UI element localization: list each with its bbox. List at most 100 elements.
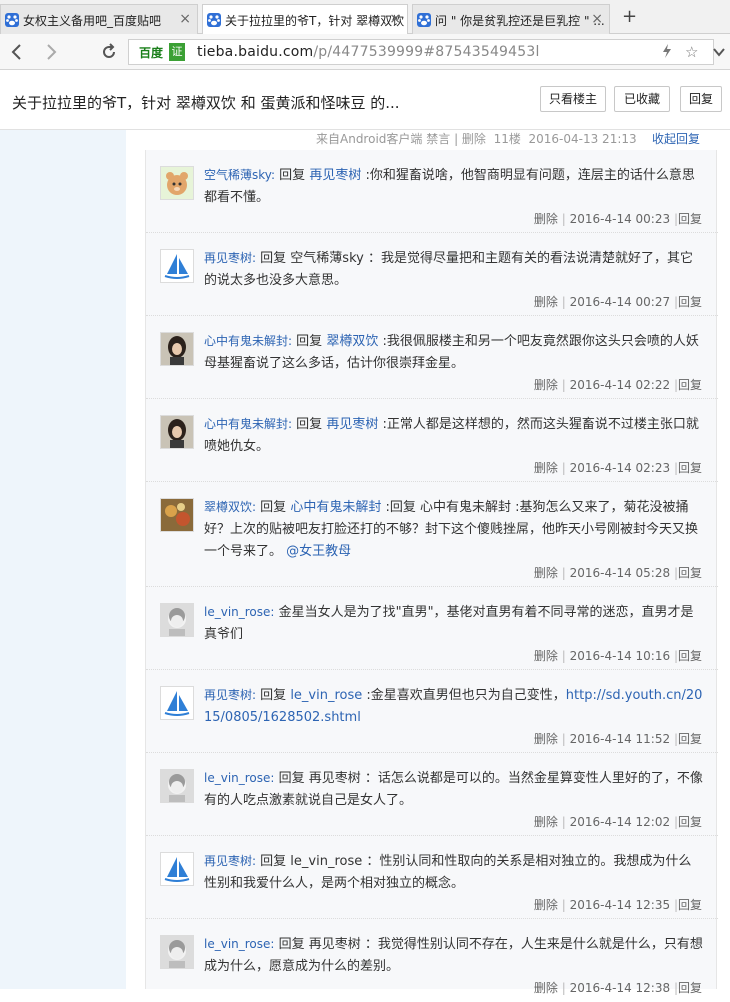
url-path: /p/4477539999#87543549453l bbox=[313, 44, 540, 60]
separator: | bbox=[561, 815, 566, 829]
reply-username[interactable]: le_vin_rose: bbox=[204, 771, 274, 785]
reply-username[interactable]: le_vin_rose: bbox=[204, 605, 274, 619]
collapse-replies-link[interactable]: 收起回复 bbox=[652, 130, 700, 147]
browser-tab-1[interactable]: 女权主义备用吧_百度贴吧 × bbox=[0, 4, 198, 34]
reply-target[interactable]: le_vin_rose bbox=[290, 688, 362, 703]
reply-reply-link[interactable]: 回复 bbox=[678, 566, 702, 580]
reply-time: 2016-4-14 00:23 bbox=[569, 212, 671, 226]
reply-reply-link[interactable]: 回复 bbox=[678, 212, 702, 226]
reply-text: 心中有鬼未解封: 回复 翠樽双饮 :我很佩服楼主和另一个吧友竟然跟你这头只会喷的… bbox=[204, 330, 704, 375]
close-icon[interactable]: × bbox=[591, 11, 603, 27]
reply-reply-link[interactable]: 回复 bbox=[678, 815, 702, 829]
close-icon[interactable]: × bbox=[389, 11, 401, 27]
mention-link[interactable]: @女王教母 bbox=[286, 544, 351, 559]
reply-reply-link[interactable]: 回复 bbox=[678, 649, 702, 663]
reply-reply-link[interactable]: 回复 bbox=[678, 461, 702, 475]
reply-prefix: 回复 bbox=[292, 334, 327, 349]
reply-prefix: 回复 bbox=[292, 417, 327, 432]
reply-username[interactable]: 空气稀薄sky: bbox=[204, 168, 275, 182]
reply-reply-link[interactable]: 回复 bbox=[678, 378, 702, 392]
lightning-icon[interactable] bbox=[661, 43, 673, 63]
certificate-badge[interactable]: 证 bbox=[169, 43, 185, 61]
reply-delete-link[interactable]: 删除 bbox=[534, 815, 558, 829]
tab-title: 关于拉拉里的爷T，针对 翠樽双饮 和 蛋黄派和怪味豆 的... bbox=[225, 14, 407, 28]
thread-content: 来自Android客户端 禁言 | 删除 11楼 2016-04-13 21:1… bbox=[0, 130, 730, 995]
girl-avatar[interactable] bbox=[160, 415, 194, 449]
reply-delete-link[interactable]: 删除 bbox=[534, 649, 558, 663]
reply-username[interactable]: 翠樽双饮: bbox=[204, 500, 256, 514]
back-arrow-icon[interactable] bbox=[6, 41, 28, 63]
ban-link[interactable]: 禁言 bbox=[426, 132, 450, 146]
separator: | bbox=[561, 378, 566, 392]
reply-reply-link[interactable]: 回复 bbox=[678, 981, 702, 995]
flower-avatar[interactable] bbox=[160, 498, 194, 532]
only-op-button[interactable]: 只看楼主 bbox=[540, 86, 606, 112]
browser-tab-3[interactable]: 问 " 你是贫乳控还是巨乳控 " ... × bbox=[412, 4, 610, 34]
reply-delete-link[interactable]: 删除 bbox=[534, 461, 558, 475]
list-item: 心中有鬼未解封: 回复 翠樽双饮 :我很佩服楼主和另一个吧友竟然跟你这头只会喷的… bbox=[146, 316, 718, 399]
reply-reply-link[interactable]: 回复 bbox=[678, 732, 702, 746]
client-label[interactable]: 来自Android客户端 bbox=[316, 132, 422, 146]
reply-target[interactable]: 翠樽双饮 bbox=[326, 334, 378, 349]
floor-number: 11楼 bbox=[493, 132, 521, 146]
reply-time: 2016-4-14 12:35 bbox=[569, 898, 671, 912]
browser-tab-2[interactable]: 关于拉拉里的爷T，针对 翠樽双饮 和 蛋黄派和怪味豆 的... × bbox=[202, 4, 408, 35]
reply-username[interactable]: 再见枣树: bbox=[204, 251, 256, 265]
bear-avatar[interactable] bbox=[160, 166, 194, 200]
reply-reply-link[interactable]: 回复 bbox=[678, 898, 702, 912]
reply-button[interactable]: 回复 bbox=[680, 86, 722, 112]
reply-time: 2016-4-14 11:52 bbox=[569, 732, 671, 746]
baby-avatar[interactable] bbox=[160, 935, 194, 969]
new-tab-button[interactable]: + bbox=[622, 6, 637, 27]
chevron-down-icon[interactable] bbox=[708, 41, 730, 63]
reply-username[interactable]: 再见枣树: bbox=[204, 688, 256, 702]
delete-link[interactable]: 删除 bbox=[462, 132, 486, 146]
baidu-label: 百度 bbox=[139, 46, 164, 60]
reply-username[interactable]: 心中有鬼未解封: bbox=[204, 417, 292, 431]
reply-prefix: 回复 再见枣树 bbox=[274, 937, 361, 952]
reply-username[interactable]: 再见枣树: bbox=[204, 854, 256, 868]
reply-text: 再见枣树: 回复 空气稀薄sky ：我是觉得尽量把和主题有关的看法说清楚就好了，… bbox=[204, 247, 704, 292]
baby-avatar[interactable] bbox=[160, 603, 194, 637]
reply-delete-link[interactable]: 删除 bbox=[534, 378, 558, 392]
reply-time: 2016-4-14 00:27 bbox=[569, 295, 671, 309]
reply-delete-link[interactable]: 删除 bbox=[534, 732, 558, 746]
reply-delete-link[interactable]: 删除 bbox=[534, 212, 558, 226]
reply-reply-link[interactable]: 回复 bbox=[678, 295, 702, 309]
baidu-paw-icon bbox=[207, 13, 221, 27]
reply-body: 金星当女人是为了找"直男"，基佬对直男有着不同寻常的迷恋，直男才是真爷们 bbox=[204, 605, 694, 642]
star-icon[interactable]: ☆ bbox=[685, 43, 698, 61]
sail-avatar[interactable] bbox=[160, 249, 194, 283]
forward-arrow-icon[interactable] bbox=[40, 41, 62, 63]
reply-footer: 删除 | 2016-4-14 05:28 |回复 bbox=[534, 564, 702, 581]
reply-prefix: 回复 bbox=[275, 168, 310, 183]
girl-avatar[interactable] bbox=[160, 332, 194, 366]
baby-avatar[interactable] bbox=[160, 769, 194, 803]
reply-time: 2016-4-14 10:16 bbox=[569, 649, 671, 663]
reply-delete-link[interactable]: 删除 bbox=[534, 566, 558, 580]
reply-delete-link[interactable]: 删除 bbox=[534, 295, 558, 309]
list-item: 再见枣树: 回复 空气稀薄sky ：我是觉得尽量把和主题有关的看法说清楚就好了，… bbox=[146, 233, 718, 316]
sail-avatar[interactable] bbox=[160, 852, 194, 886]
reply-target[interactable]: 再见枣树 bbox=[326, 417, 378, 432]
reply-target[interactable]: 再见枣树 bbox=[309, 168, 361, 183]
reply-prefix: 回复 bbox=[256, 500, 291, 515]
reply-username[interactable]: le_vin_rose: bbox=[204, 937, 274, 951]
reload-icon[interactable] bbox=[98, 41, 120, 63]
navigation-bar: 百度 证 tieba.baidu.com/p/4477539999#875435… bbox=[0, 34, 730, 70]
reply-time: 2016-4-14 02:22 bbox=[569, 378, 671, 392]
reply-delete-link[interactable]: 删除 bbox=[534, 981, 558, 995]
reply-target[interactable]: 心中有鬼未解封 bbox=[290, 500, 381, 515]
collected-button[interactable]: 已收藏 bbox=[614, 86, 670, 112]
address-bar[interactable]: 百度 证 tieba.baidu.com/p/4477539999#875435… bbox=[128, 39, 714, 65]
sail-avatar[interactable] bbox=[160, 686, 194, 720]
floor-reply-list: 空气稀薄sky: 回复 再见枣树 :你和猩畜说啥，他智商明显有问题，连层主的话什… bbox=[145, 150, 718, 995]
reply-delete-link[interactable]: 删除 bbox=[534, 898, 558, 912]
tab-strip: 女权主义备用吧_百度贴吧 × 关于拉拉里的爷T，针对 翠樽双饮 和 蛋黄派和怪味… bbox=[0, 0, 730, 35]
reply-footer: 删除 | 2016-4-14 12:02 |回复 bbox=[534, 813, 702, 830]
reply-username[interactable]: 心中有鬼未解封: bbox=[204, 334, 292, 348]
reply-footer: 删除 | 2016-4-14 12:35 |回复 bbox=[534, 896, 702, 913]
url-host: tieba.baidu.com bbox=[197, 44, 314, 60]
close-icon[interactable]: × bbox=[179, 11, 191, 27]
reply-footer: 删除 | 2016-4-14 02:23 |回复 bbox=[534, 459, 702, 476]
